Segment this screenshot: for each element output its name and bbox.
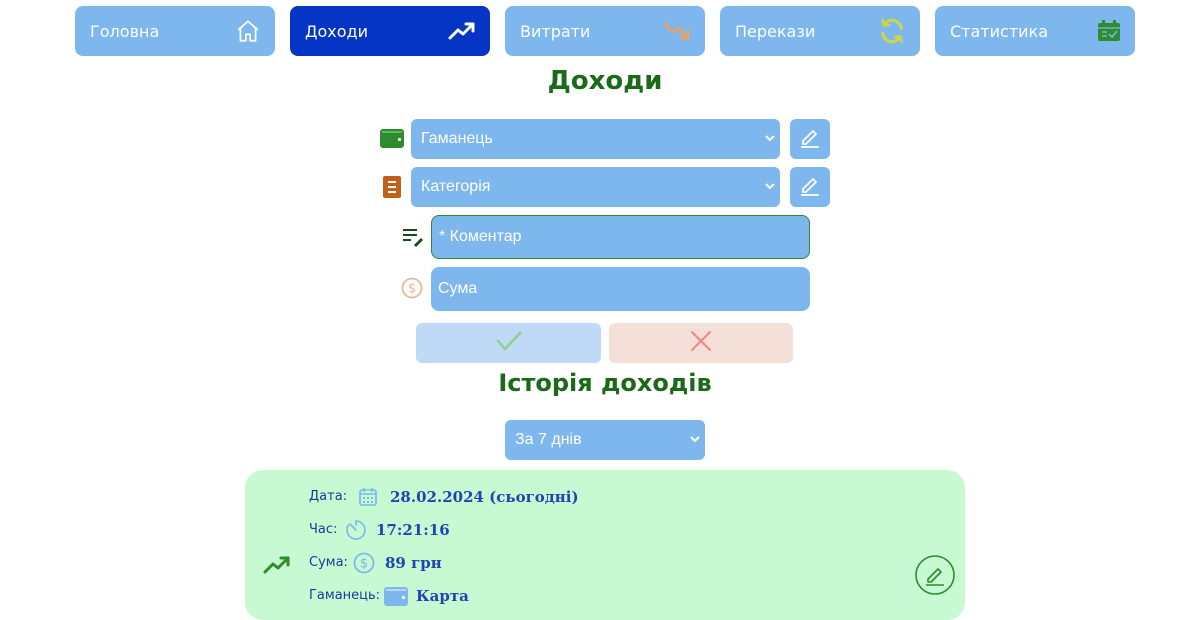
time-label: Час: <box>309 522 338 537</box>
trending-up-icon <box>263 555 291 580</box>
category-list-icon <box>382 175 402 199</box>
wallet-icon <box>379 126 405 150</box>
svg-text:$: $ <box>360 557 368 572</box>
checkmark-icon <box>496 330 522 357</box>
amount-input[interactable]: Сума <box>431 267 810 311</box>
calendar-check-icon <box>1097 20 1121 42</box>
period-select[interactable]: За 7 днів <box>505 420 705 460</box>
confirm-button[interactable] <box>416 323 601 363</box>
amount-placeholder: Сума <box>438 280 478 297</box>
svg-text:$: $ <box>408 282 416 297</box>
category-select-value: Категорія <box>421 178 491 195</box>
edit-category-button[interactable] <box>790 167 830 207</box>
trending-up-icon <box>448 20 476 42</box>
chevron-down-icon <box>689 431 701 449</box>
nav-transfers-button[interactable]: Перекази <box>720 6 920 56</box>
wallet-select[interactable]: Гаманець <box>411 119 780 159</box>
nav-transfers-label: Перекази <box>735 21 816 41</box>
date-label: Дата: <box>309 489 348 504</box>
amount-value: 89 грн <box>385 554 442 572</box>
nav-income-button[interactable]: Доходи <box>290 6 490 56</box>
trending-down-icon <box>663 20 691 42</box>
wallet-select-value: Гаманець <box>421 130 493 147</box>
calendar-icon <box>358 487 378 512</box>
wallet-value: Карта <box>416 587 469 605</box>
nav-expenses-button[interactable]: Витрати <box>505 6 705 56</box>
nav-expenses-label: Витрати <box>520 21 591 41</box>
pencil-icon <box>798 173 822 202</box>
chevron-down-icon <box>764 130 776 148</box>
income-entry-card: Дата: 28.02.2024 (сьогодні) Час: 17:21:1… <box>245 470 965 620</box>
cancel-button[interactable] <box>609 323 793 363</box>
comment-placeholder: * Коментар <box>439 228 522 245</box>
comment-input[interactable]: * Коментар <box>431 215 810 259</box>
dollar-coin-icon: $ <box>400 276 424 300</box>
edit-entry-button[interactable] <box>915 555 955 595</box>
date-value: 28.02.2024 (сьогодні) <box>390 488 579 506</box>
wallet-label: Гаманець: <box>309 588 381 603</box>
dollar-coin-icon: $ <box>353 552 375 579</box>
edit-wallet-button[interactable] <box>790 119 830 159</box>
home-icon <box>235 18 261 44</box>
nav-statistics-button[interactable]: Статистика <box>935 6 1135 56</box>
edit-note-icon <box>401 226 425 248</box>
category-select[interactable]: Категорія <box>411 167 780 207</box>
period-select-value: За 7 днів <box>515 431 582 448</box>
pencil-icon <box>798 125 822 154</box>
close-icon <box>689 329 713 358</box>
nav-income-label: Доходи <box>305 21 369 41</box>
income-page-title: Доходи <box>547 66 663 96</box>
nav-home-label: Головна <box>90 21 160 41</box>
timer-icon <box>345 519 367 546</box>
history-title: Історія доходів <box>498 369 712 397</box>
amount-label: Сума: <box>309 555 348 570</box>
refresh-icon <box>878 17 906 45</box>
time-value: 17:21:16 <box>376 521 450 539</box>
nav-statistics-label: Статистика <box>950 21 1048 41</box>
wallet-icon <box>383 585 409 612</box>
nav-home-button[interactable]: Головна <box>75 6 275 56</box>
chevron-down-icon <box>764 178 776 196</box>
